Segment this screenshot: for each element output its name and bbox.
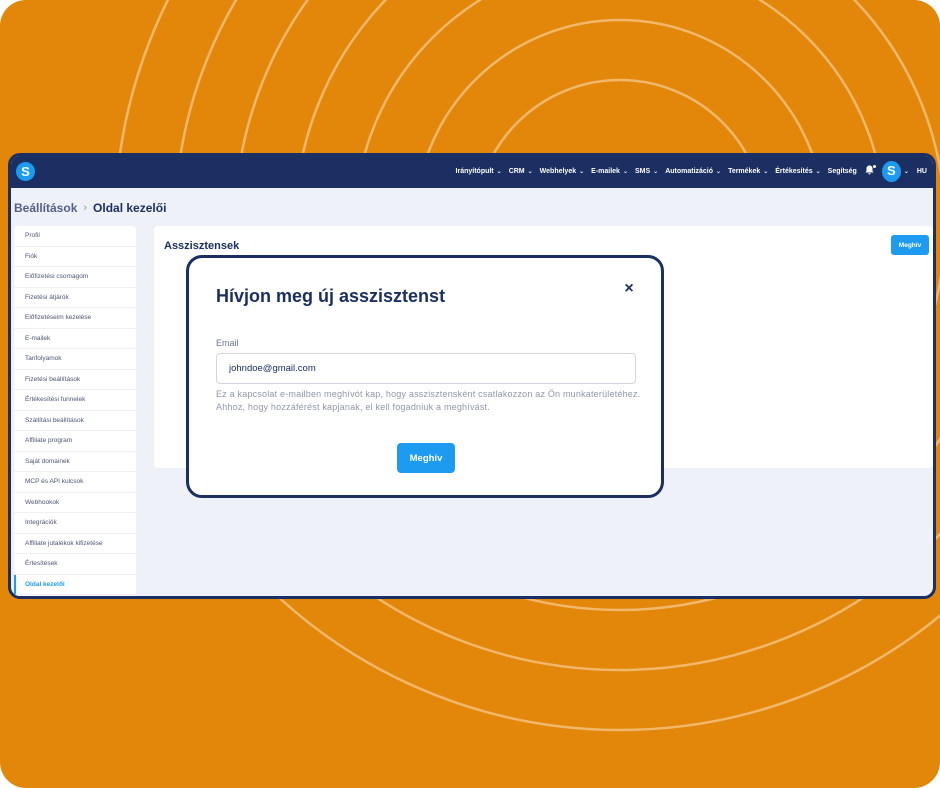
sidebar-item-0[interactable]: Profil	[14, 226, 136, 247]
sidebar-item-16[interactable]: Értesítések	[14, 554, 136, 575]
nav-item-6[interactable]: Termékek ⌄	[728, 168, 768, 175]
sidebar-item-1[interactable]: Fiók	[14, 247, 136, 267]
email-field[interactable]	[216, 353, 636, 384]
sidebar-item-11[interactable]: Saját domainek	[14, 452, 136, 472]
sidebar-item-10[interactable]: Affiliate program	[14, 431, 136, 452]
sidebar-item-4[interactable]: Előfizetéseim kezelése	[14, 308, 136, 329]
sidebar-item-9[interactable]: Szállítási beállítások	[14, 411, 136, 431]
sidebar-item-7[interactable]: Fizetési beállítások	[14, 370, 136, 390]
chevron-down-icon: ⌄	[527, 168, 533, 175]
sidebar-item-13[interactable]: Webhookok	[14, 493, 136, 513]
nav-item-3[interactable]: E-mailek ⌄	[591, 168, 628, 175]
breadcrumb-separator-icon: ›	[83, 202, 88, 214]
nav-item-label: Értékesítés	[775, 167, 813, 175]
sidebar-item-5[interactable]: E-mailek	[14, 329, 136, 349]
helper-text: Ez a kapcsolat e-mailben meghívót kap, h…	[216, 389, 641, 412]
breadcrumb: Beállítások › Oldal kezelői	[14, 201, 166, 215]
invite-assistant-button[interactable]: Meghív	[891, 235, 929, 255]
top-navigation-bar: S Irányítópult ⌄ CRM ⌄ Webhelyek ⌄ E-mailek ⌄ SM…	[11, 156, 933, 188]
sidebar-item-8[interactable]: Értékesítési funnelek	[14, 390, 136, 411]
chevron-down-icon: ⌄	[496, 168, 502, 175]
sidebar-item-15[interactable]: Affiliate jutalékok kifizetése	[14, 534, 136, 554]
chevron-down-icon: ⌄	[763, 168, 769, 175]
nav-item-label: Webhelyek	[539, 167, 577, 175]
chevron-down-icon: ⌄	[579, 168, 585, 175]
nav-item-label: Irányítópult	[455, 167, 494, 175]
nav-item-0[interactable]: Irányítópult ⌄	[456, 168, 502, 175]
panel-title: Asszisztensek	[164, 240, 240, 252]
settings-sidebar: Profil Fiók Előfizetési csomagom Fizetési á…	[14, 226, 136, 596]
logo[interactable]: S	[16, 162, 35, 181]
nav-item-label: Segítség	[827, 167, 857, 175]
sidebar-item-3[interactable]: Fizetési átjárók	[14, 288, 136, 308]
nav-item-label: Automatizáció	[665, 167, 714, 175]
chevron-down-icon: ⌄	[815, 168, 821, 175]
chevron-down-icon: ⌄	[716, 168, 722, 175]
nav-item-5[interactable]: Automatizáció ⌄	[665, 168, 721, 175]
chevron-down-icon[interactable]: ⌄	[904, 168, 909, 175]
sidebar-item-12[interactable]: MCP és API kulcsok	[14, 472, 136, 493]
sidebar-item-6[interactable]: Tanfolyamok	[14, 349, 136, 370]
avatar[interactable]: S	[881, 160, 901, 182]
breadcrumb-settings-link[interactable]: Beállítások	[14, 201, 77, 215]
breadcrumb-current: Oldal kezelői	[93, 201, 167, 215]
nav-item-label: E-mailek	[591, 167, 620, 175]
nav-item-4[interactable]: SMS ⌄	[635, 168, 658, 175]
nav-item-8[interactable]: Segítség	[828, 168, 857, 175]
main-menu: Irányítópult ⌄ CRM ⌄ Webhelyek ⌄ E-mailek ⌄ SMS ⌄…	[449, 156, 927, 186]
nav-item-1[interactable]: CRM ⌄	[509, 168, 533, 175]
nav-item-label: CRM	[508, 167, 525, 175]
sidebar-item-14[interactable]: Integrációk	[14, 513, 136, 534]
nav-item-7[interactable]: Értékesítés ⌄	[775, 168, 820, 175]
language-selector[interactable]: HU	[917, 168, 927, 175]
nav-item-label: SMS	[634, 167, 651, 175]
sidebar-item-2[interactable]: Előfizetési csomagom	[14, 267, 136, 288]
send-invite-button[interactable]: Meghív	[397, 443, 455, 473]
modal-title: Hívjon meg új asszisztenst	[216, 286, 446, 306]
sidebar-item-17[interactable]: Oldal kezelői	[14, 574, 136, 595]
nav-item-2[interactable]: Webhelyek ⌄	[540, 168, 584, 175]
email-label: Email	[216, 338, 239, 348]
close-icon[interactable]: ×	[621, 281, 637, 297]
chevron-down-icon: ⌄	[622, 168, 628, 175]
chevron-down-icon: ⌄	[653, 168, 659, 175]
invite-assistant-modal: Hívjon meg új asszisztenst × Email Ez a …	[186, 255, 664, 498]
bell-icon[interactable]	[865, 165, 876, 177]
nav-item-label: Termékek	[728, 167, 761, 175]
